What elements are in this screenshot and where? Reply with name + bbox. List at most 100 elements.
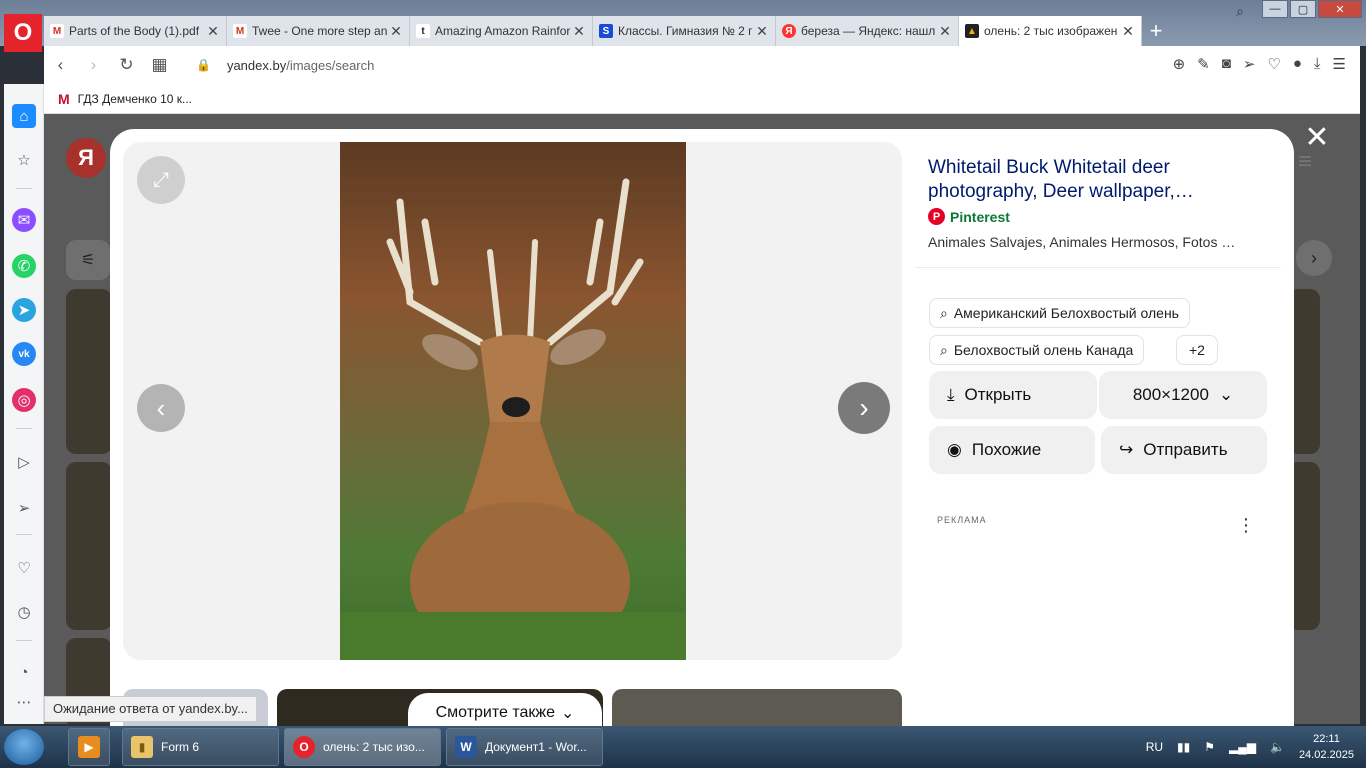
close-tab-icon[interactable]: ✕ [755,23,769,40]
history-icon[interactable]: ◷ [12,600,36,624]
tab-title: Классы. Гимназия № 2 г [618,24,753,38]
tab-0[interactable]: M Parts of the Body (1).pdf ✕ [44,16,227,46]
tab-title: Parts of the Body (1).pdf [69,24,200,38]
filter-icon[interactable]: ⚟ [66,240,110,280]
background-thumbnail[interactable] [66,462,112,630]
whatsapp-icon[interactable]: ✆ [12,254,36,278]
messenger-icon[interactable]: ✉ [12,208,36,232]
expand-icon[interactable]: ⤢ [137,156,185,204]
gmail-icon: M [233,24,247,38]
start-button[interactable] [4,729,44,765]
send-icon[interactable]: ➢ [1243,55,1256,73]
taskbar-item-form[interactable]: ▮ Form 6 [122,728,279,766]
search-tabs-icon[interactable]: ⌕ [1236,3,1244,20]
tab-2[interactable]: t Amazing Amazon Rainfor ✕ [410,16,593,46]
taskbar-item-browser[interactable]: O олень: 2 тыс изо... [284,728,441,766]
tab-4[interactable]: Я береза — Яндекс: нашл ✕ [776,16,959,46]
tag-chip[interactable]: ⌕ Белохвостый олень Канада [929,335,1145,365]
bookmark-item[interactable]: ГДЗ Демченко 10 к... [78,92,192,106]
new-tab-button[interactable]: + [1142,16,1170,46]
yandex-logo[interactable]: Я [66,138,106,178]
settings-icon[interactable]: ☰ [1333,55,1346,73]
share-label: Отправить [1143,440,1228,459]
instagram-icon[interactable]: ◎ [12,388,36,412]
source-link[interactable]: P Pinterest [928,208,1010,225]
home-icon[interactable]: ⌂ [12,104,36,128]
forward-icon[interactable]: › [77,55,110,75]
maximize-button[interactable]: ▢ [1290,0,1316,18]
size-dropdown[interactable]: 800×1200 ⌄ [1099,371,1267,419]
more-tags-chip[interactable]: +2 [1176,335,1218,365]
share-button[interactable]: ↪ Отправить [1101,426,1267,474]
close-icon[interactable]: ✕ [1303,123,1331,153]
zoom-icon[interactable]: ⊕ [1173,55,1186,73]
download-icon[interactable]: ⤓ [1314,55,1321,73]
tab-1[interactable]: M Twee - One more step an ✕ [227,16,410,46]
window-controls: — ▢ ✕ [1262,0,1362,18]
tag-chip[interactable]: ⌕ Американский Белохвостый олень [929,298,1190,328]
tag-label: Американский Белохвостый олень [953,305,1179,321]
star-icon[interactable]: ☆ [12,148,36,172]
flag-icon[interactable]: ⚑ [1204,740,1215,754]
related-thumbnail[interactable] [612,689,902,729]
edit-icon[interactable]: ✎ [1197,55,1210,73]
url-field[interactable]: 🔒 yandex.by/images/search [196,58,374,73]
image-title[interactable]: Whitetail Buck Whitetail deer photograph… [928,156,1268,204]
chevron-down-icon: ⌄ [1218,385,1234,404]
flow-icon[interactable]: ➢ [12,496,36,520]
close-tab-icon[interactable]: ✕ [206,23,220,40]
reload-icon[interactable]: ↻ [110,55,143,75]
chevron-right-icon[interactable]: › [1296,240,1332,276]
media-player-button[interactable]: ▶ [68,728,110,766]
minimize-button[interactable]: — [1262,0,1288,18]
telegram-icon[interactable]: ➤ [12,298,36,322]
opera-icon: O [293,736,315,758]
tumblr-icon: t [416,24,430,38]
ad-block: РЕКЛАМА ⋮ [915,499,1281,729]
status-bar: Ожидание ответа от yandex.by... [44,696,257,722]
camera-icon[interactable]: ◙ [1222,55,1231,73]
open-button[interactable]: ⤓ Открыть [929,371,1097,419]
browser-sidebar: ⌂ ☆ ✉ ✆ ➤ vk ◎ ▷ ➢ ♡ ◷ ◔ ⋯ [4,84,44,724]
search-icon: ⌕ [940,304,948,321]
signal-icon[interactable]: ▂▄▆ [1229,740,1256,754]
next-image-button[interactable]: › [838,382,890,434]
tab-3[interactable]: S Классы. Гимназия № 2 г ✕ [593,16,776,46]
extensions-icon[interactable]: ◔ [12,660,36,684]
clock[interactable]: 22:11 24.02.2025 [1299,731,1354,763]
tabs-overview-icon[interactable]: ▦ [143,55,176,75]
close-tab-icon[interactable]: ✕ [938,23,952,40]
vk-icon[interactable]: vk [12,342,36,366]
background-thumbnail[interactable] [66,289,112,454]
profile-icon[interactable]: ● [1293,55,1302,73]
network-icon[interactable]: ▮▮ [1177,740,1190,754]
heart-icon[interactable]: ♡ [1267,55,1280,73]
close-tab-icon[interactable]: ✕ [1121,23,1135,40]
similar-button[interactable]: ◉ Похожие [929,426,1095,474]
tab-bar: O M Parts of the Body (1).pdf ✕ M Twee -… [0,0,1366,52]
window-close-button[interactable]: ✕ [1318,0,1362,18]
heart-icon[interactable]: ♡ [12,556,36,580]
close-tab-icon[interactable]: ✕ [572,23,586,40]
tab-5[interactable]: ▲ олень: 2 тыс изображен ✕ [959,16,1142,46]
volume-icon[interactable]: 🔈 [1270,740,1285,754]
yandex-images-icon: ▲ [965,24,979,38]
s-icon: S [599,24,613,38]
tab-strip: M Parts of the Body (1).pdf ✕ M Twee - O… [44,16,1170,46]
taskbar-label: олень: 2 тыс изо... [323,740,425,754]
deer-photo[interactable] [340,142,686,660]
taskbar-item-word[interactable]: W Документ1 - Wor... [446,728,603,766]
back-icon[interactable]: ‹ [44,55,77,75]
opera-menu-button[interactable]: O [4,14,42,52]
system-tray: RU ▮▮ ⚑ ▂▄▆ 🔈 22:11 24.02.2025 [1146,726,1354,768]
pinterest-icon: P [928,208,945,225]
ad-label: РЕКЛАМА [937,515,987,525]
see-also-button[interactable]: Смотрите также ⌄ [408,693,602,729]
close-tab-icon[interactable]: ✕ [389,23,403,40]
player-icon[interactable]: ▷ [12,450,36,474]
more-options-icon[interactable]: ⋮ [1237,515,1255,536]
language-indicator[interactable]: RU [1146,740,1163,754]
more-icon[interactable]: ⋯ [12,690,36,714]
previous-image-button[interactable]: ‹ [137,384,185,432]
image-description: Animales Salvajes, Animales Hermosos, Fo… [928,234,1236,250]
